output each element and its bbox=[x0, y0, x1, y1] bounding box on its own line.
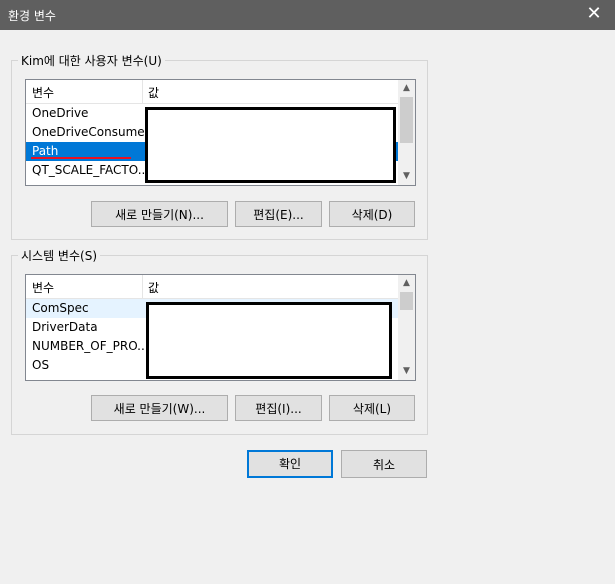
column-header-value[interactable]: 값 bbox=[148, 84, 159, 101]
list-header: 변수 값 bbox=[26, 80, 415, 104]
list-item-name: OneDrive bbox=[32, 106, 89, 120]
column-header-variable[interactable]: 변수 bbox=[32, 279, 54, 296]
system-variables-legend: 시스템 변수(S) bbox=[21, 249, 97, 263]
redaction-box bbox=[145, 107, 396, 183]
list-item-name: ComSpec bbox=[32, 301, 89, 315]
window-title: 환경 변수 bbox=[8, 9, 56, 23]
close-icon[interactable]: ✕ bbox=[583, 3, 605, 25]
user-new-button[interactable]: 새로 만들기(N)... bbox=[91, 201, 228, 227]
list-item-name: Path bbox=[32, 144, 59, 158]
list-item-name: OS bbox=[32, 358, 50, 372]
column-divider[interactable] bbox=[142, 275, 143, 299]
scroll-up-icon[interactable]: ▲ bbox=[398, 275, 415, 292]
ok-button[interactable]: 확인 bbox=[247, 450, 333, 478]
scroll-thumb[interactable] bbox=[400, 292, 413, 310]
cancel-button[interactable]: 취소 bbox=[341, 450, 427, 478]
system-new-button[interactable]: 새로 만들기(W)... bbox=[91, 395, 228, 421]
system-delete-button[interactable]: 삭제(L) bbox=[329, 395, 415, 421]
scroll-thumb[interactable] bbox=[400, 97, 413, 143]
redaction-box bbox=[146, 302, 392, 379]
column-header-value[interactable]: 값 bbox=[148, 279, 159, 296]
list-header: 변수 값 bbox=[26, 275, 415, 299]
vertical-scrollbar[interactable]: ▲ ▼ bbox=[398, 275, 415, 380]
system-edit-button[interactable]: 편집(I)... bbox=[235, 395, 322, 421]
list-item-name: OneDriveConsumer bbox=[32, 125, 150, 139]
user-delete-button[interactable]: 삭제(D) bbox=[329, 201, 415, 227]
title-bar: 환경 변수 ✕ bbox=[0, 0, 615, 30]
scroll-down-icon[interactable]: ▼ bbox=[398, 168, 415, 185]
list-item-name: DriverData bbox=[32, 320, 98, 334]
annotation-underline bbox=[31, 157, 131, 159]
list-item-name: QT_SCALE_FACTO... bbox=[32, 163, 150, 177]
vertical-scrollbar[interactable]: ▲ ▼ bbox=[398, 80, 415, 185]
column-header-variable[interactable]: 변수 bbox=[32, 84, 54, 101]
user-edit-button[interactable]: 편집(E)... bbox=[235, 201, 322, 227]
column-divider[interactable] bbox=[142, 80, 143, 104]
scroll-up-icon[interactable]: ▲ bbox=[398, 80, 415, 97]
user-variables-legend: Kim에 대한 사용자 변수(U) bbox=[21, 54, 162, 68]
scroll-down-icon[interactable]: ▼ bbox=[398, 363, 415, 380]
list-item-name: NUMBER_OF_PRO... bbox=[32, 339, 149, 353]
